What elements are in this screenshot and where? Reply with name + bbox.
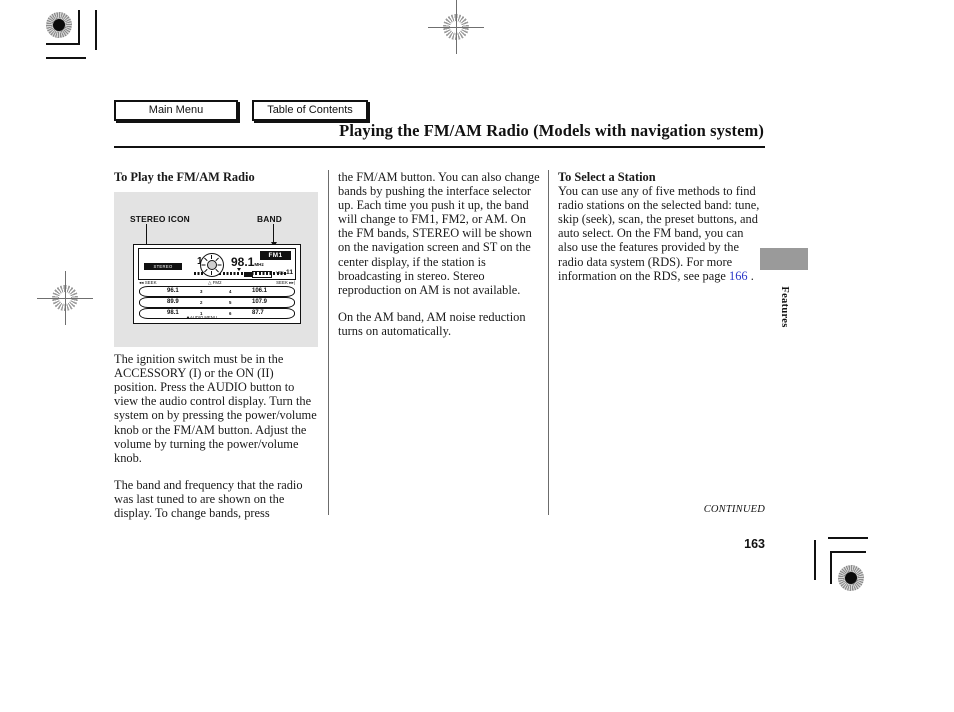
preset-row-top[interactable] [139, 286, 295, 297]
preset-row-bottom[interactable] [139, 308, 295, 319]
audio-menu-label: AUDIO MENU [190, 315, 217, 320]
preset-number-3: 3 [200, 288, 203, 294]
band-indicator-badge: FM1 [260, 251, 291, 260]
frequency-readout: 98.1MHz [231, 255, 264, 269]
crop-mark-br-v [814, 540, 816, 580]
frequency-value: 98.1 [231, 255, 255, 269]
frequency-unit: MHz [254, 262, 264, 267]
preset-number-4: 4 [229, 288, 232, 294]
callout-label-band: BAND [257, 214, 282, 224]
preset-freq-1: 98.1 [167, 309, 179, 316]
crop-mark-br-corner-v [830, 552, 832, 584]
radio-unit: STEREO 1CH 98.1MHz FM1 VOL 11 ◂◂ SEEK △ … [133, 244, 301, 324]
crop-mark-tl-corner-h [46, 43, 80, 45]
stereo-indicator-badge: STEREO [144, 263, 182, 270]
title-divider [114, 146, 765, 148]
navigation-buttons: Main Menu Table of Contents [114, 100, 368, 121]
crop-mark-tl-h [46, 57, 86, 59]
left-column-heading: To Play the FM/AM Radio [114, 170, 255, 184]
page-title: Playing the FM/AM Radio (Models with nav… [339, 121, 764, 140]
crosshair-top-v [456, 0, 457, 54]
table-of-contents-button[interactable]: Table of Contents [252, 100, 368, 121]
crop-mark-tl-v [95, 10, 97, 50]
registration-mark-bottom-right [838, 565, 864, 591]
middle-column-paragraph-1: the FM/AM button. You can also change ba… [338, 170, 540, 297]
page-reference-link[interactable]: 166 [729, 269, 748, 283]
stereo-indicator-label: STEREO [153, 264, 173, 269]
preset-freq-5: 107.9 [252, 298, 268, 305]
preset-number-5: 5 [229, 299, 232, 305]
column-divider-2 [548, 170, 549, 515]
crosshair-left-v [65, 271, 66, 325]
tuning-pointer-icon [237, 267, 241, 271]
preset-freq-3: 96.1 [167, 287, 179, 294]
registration-mark-top-left [46, 12, 72, 38]
middle-column: the FM/AM button. You can also change ba… [338, 170, 542, 351]
section-tab-marker [760, 248, 808, 270]
right-column-text-after-link: . [747, 268, 754, 283]
interface-selector-knob[interactable] [200, 253, 224, 277]
manual-page: Main Menu Table of Contents Playing the … [0, 0, 954, 712]
crop-mark-tl-corner-v [78, 10, 80, 44]
column-divider-1 [328, 170, 329, 515]
volume-readout: VOL 11 [276, 269, 293, 276]
preset-freq-2: 89.9 [167, 298, 179, 305]
callout-label-stereo-icon: STEREO ICON [130, 214, 190, 224]
left-column-paragraph-2: The band and frequency that the radio wa… [114, 477, 303, 521]
band-indicator-label: FM1 [268, 252, 283, 259]
continued-notice: CONTINUED [703, 504, 765, 515]
main-menu-button[interactable]: Main Menu [114, 100, 238, 121]
right-column-heading: To Select a Station [558, 170, 656, 184]
page-number: 163 [744, 537, 765, 551]
section-tab-label: Features [779, 286, 790, 328]
preset-button-rows: 96.1 89.9 98.1 3 2 1 4 5 6 106.1 107.9 8… [139, 286, 295, 319]
left-column-paragraph-1: The ignition switch must be in the ACCES… [114, 352, 317, 465]
volume-value: 11 [286, 269, 293, 276]
radio-faceplate-illustration: STEREO ICON BAND STEREO 1CH 98.1MHz FM1 [114, 192, 318, 347]
volume-bar [244, 270, 272, 278]
volume-label: VOL [275, 270, 285, 275]
preset-freq-6: 87.7 [252, 309, 264, 316]
crop-mark-br-h [828, 537, 868, 539]
preset-row-middle[interactable] [139, 297, 295, 308]
right-column-body: You can use any of five methods to find … [558, 184, 762, 283]
right-column: To Select a Station You can use any of f… [558, 170, 762, 296]
preset-number-2: 2 [200, 299, 203, 305]
middle-column-paragraph-2: On the AM band, AM noise reduction turns… [338, 309, 526, 338]
section-tab-label-wrap: Features [760, 272, 808, 342]
preset-freq-4: 106.1 [252, 287, 268, 294]
crop-mark-br-corner-h [830, 551, 866, 553]
preset-number-6: 6 [229, 310, 232, 316]
